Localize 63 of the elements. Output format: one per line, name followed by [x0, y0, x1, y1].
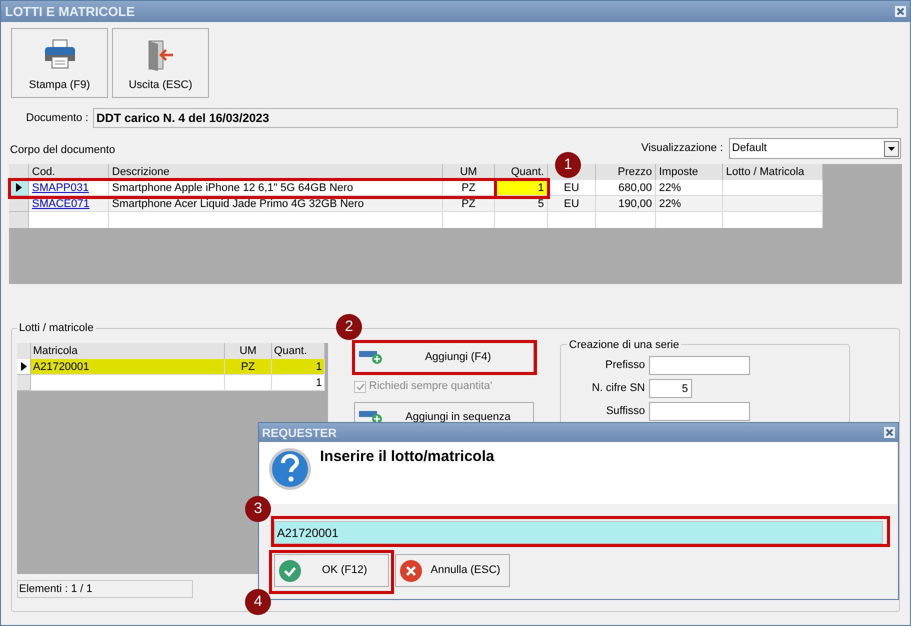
- table-cell: [596, 212, 656, 228]
- printer-icon: [44, 39, 76, 69]
- grid-corner-cell: [17, 342, 31, 358]
- window-title: LOTTI E MATRICOLE: [5, 2, 135, 21]
- close-icon[interactable]: [884, 427, 895, 438]
- column-header[interactable]: UM: [225, 342, 272, 358]
- section-title: Corpo del documento: [10, 142, 116, 158]
- document-field: DDT carico N. 4 del 16/03/2023: [93, 108, 898, 128]
- exit-door-icon: [146, 39, 176, 71]
- column-header[interactable]: Imposte: [656, 164, 723, 180]
- close-icon[interactable]: [895, 6, 906, 17]
- dialog-button[interactable]: Annulla (ESC): [395, 554, 510, 587]
- dialog-title: REQUESTER: [262, 424, 337, 442]
- table-cell: 190,00: [596, 196, 656, 212]
- view-dropdown[interactable]: Default: [729, 138, 901, 159]
- status-counter: Elementi : 1 / 1: [17, 580, 193, 598]
- checkmark-icon: [356, 382, 364, 390]
- column-header[interactable]: Quant.: [272, 342, 325, 358]
- table-cell: PZ: [225, 358, 272, 374]
- callout-badge: 2: [336, 314, 362, 340]
- table-cell: [656, 212, 723, 228]
- toolbar-button[interactable]: Stampa (F9): [11, 28, 108, 98]
- field-label: Suffisso: [605, 404, 645, 420]
- field-label: Prefisso: [604, 358, 645, 374]
- table-cell: 680,00: [596, 180, 656, 196]
- table-cell: 1: [272, 374, 325, 390]
- table-cell: EU: [548, 196, 596, 212]
- field-label: N. cifre SN: [590, 381, 645, 396]
- table-cell: [495, 212, 548, 228]
- column-header[interactable]: Matricola: [31, 342, 225, 358]
- cancel-icon: [400, 560, 422, 582]
- dialog-button[interactable]: OK (F12): [274, 554, 389, 587]
- table-cell: [443, 212, 495, 228]
- toolbar-button[interactable]: Uscita (ESC): [112, 28, 209, 98]
- view-label: Visualizzazione :: [641, 141, 723, 156]
- table-cell: 1: [272, 358, 325, 374]
- document-label: Documento :: [26, 110, 88, 126]
- series-field[interactable]: [649, 402, 750, 421]
- series-field[interactable]: 5: [649, 379, 692, 398]
- row-pointer-icon: [16, 183, 22, 192]
- column-header[interactable]: Prezzo: [596, 164, 656, 180]
- callout-badge: 4: [245, 589, 271, 615]
- table-cell: [548, 212, 596, 228]
- column-header[interactable]: Lotto / Matricola: [723, 164, 823, 180]
- table-cell: EU: [548, 180, 596, 196]
- table-cell: 22%: [656, 180, 723, 196]
- check-icon: [279, 560, 301, 582]
- question-icon: [268, 447, 312, 491]
- product-code-link[interactable]: SMAPP031: [29, 180, 109, 196]
- table-cell: Smartphone Apple iPhone 12 6,1" 5G 64GB Nero: [109, 180, 443, 196]
- lot-input-field[interactable]: A21720001: [274, 521, 883, 544]
- table-cell: [225, 374, 272, 390]
- row-pointer-icon: [20, 362, 26, 370]
- table-cell: 22%: [656, 196, 723, 212]
- group-title: Lotti / matricole: [18, 321, 95, 336]
- add-icon: [359, 349, 383, 365]
- row-header[interactable]: [17, 358, 31, 374]
- callout-badge: 1: [555, 152, 581, 178]
- table-cell: PZ: [443, 180, 495, 196]
- series-field[interactable]: [649, 356, 750, 375]
- dialog-message: Inserire il lotto/matricola: [320, 447, 494, 467]
- group-title: Creazione di una serie: [568, 338, 680, 352]
- table-cell: A21720001: [31, 358, 225, 374]
